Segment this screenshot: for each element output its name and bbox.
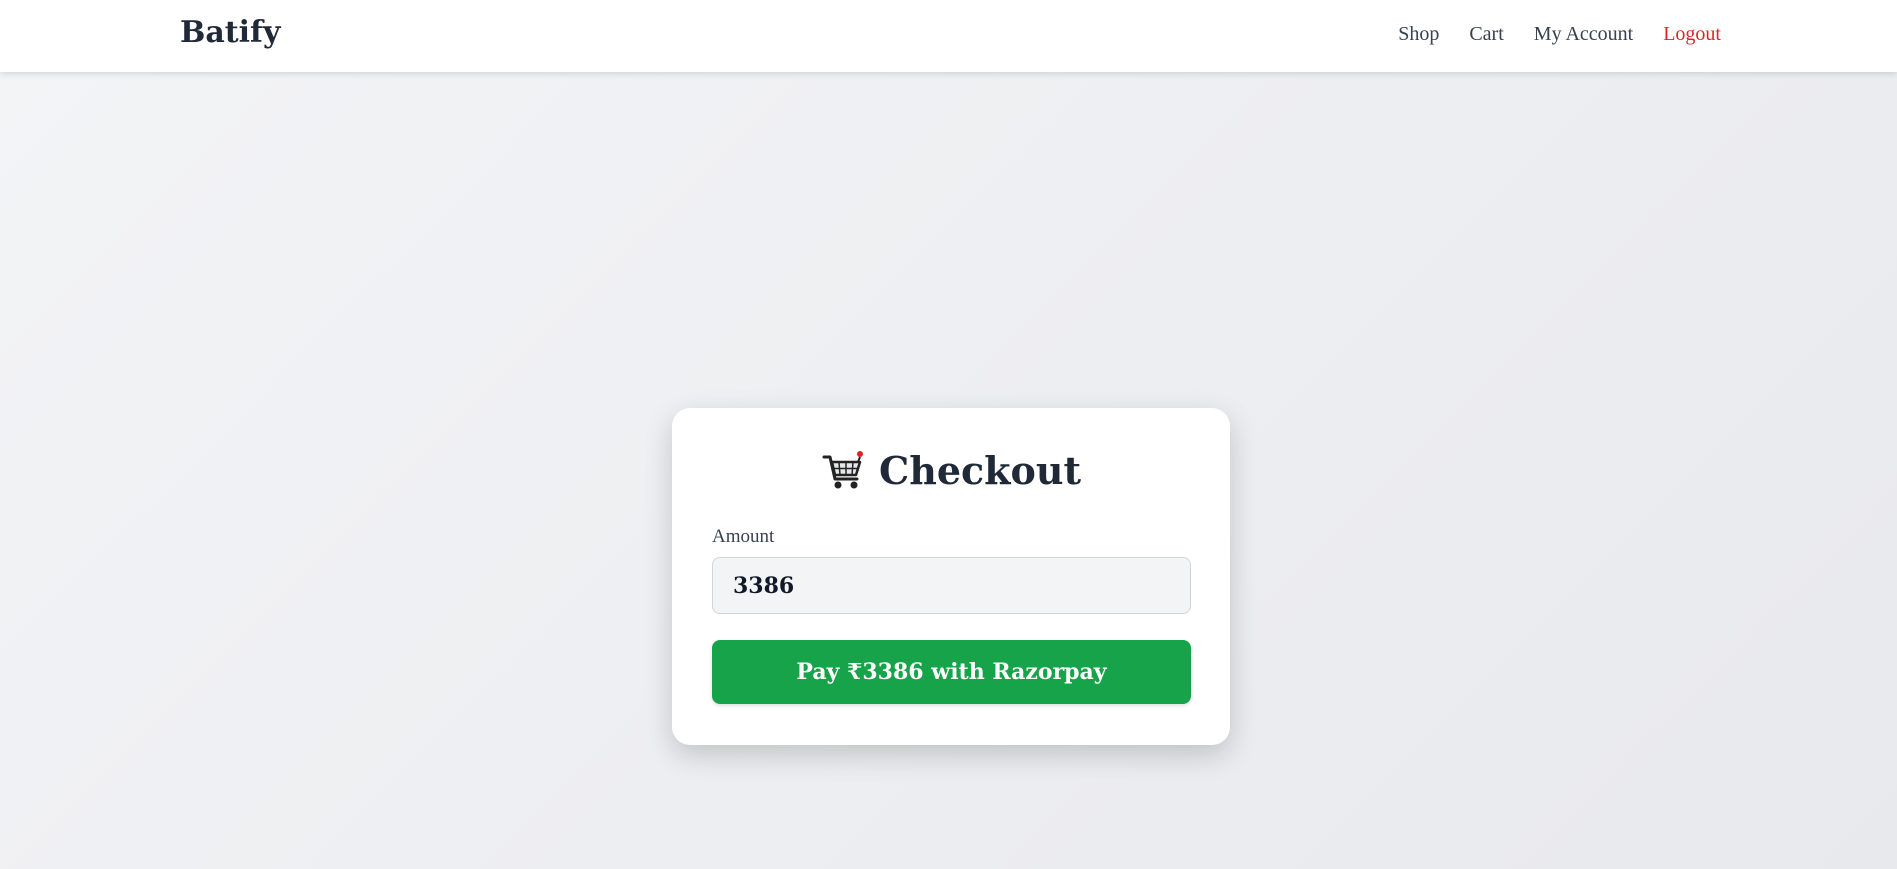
brand-logo[interactable]: Batify: [180, 14, 280, 52]
nav-link-shop[interactable]: Shop: [1398, 20, 1439, 48]
checkout-heading: Checkout: [672, 448, 1230, 494]
pay-with-razorpay-button[interactable]: Pay ₹3386 with Razorpay: [712, 640, 1191, 704]
nav-link-logout[interactable]: Logout: [1663, 20, 1721, 48]
top-navbar: Batify Shop Cart My Account Logout: [0, 0, 1897, 72]
shopping-cart-icon: [821, 449, 865, 493]
amount-label: Amount: [712, 526, 775, 547]
page-title: Checkout: [878, 448, 1082, 493]
amount-input[interactable]: [712, 557, 1191, 614]
nav-links: Shop Cart My Account Logout: [1398, 20, 1721, 48]
nav-link-my-account[interactable]: My Account: [1534, 20, 1633, 48]
checkout-card: Checkout Amount Pay ₹3386 with Razorpay: [672, 408, 1230, 745]
nav-link-cart[interactable]: Cart: [1469, 20, 1503, 48]
